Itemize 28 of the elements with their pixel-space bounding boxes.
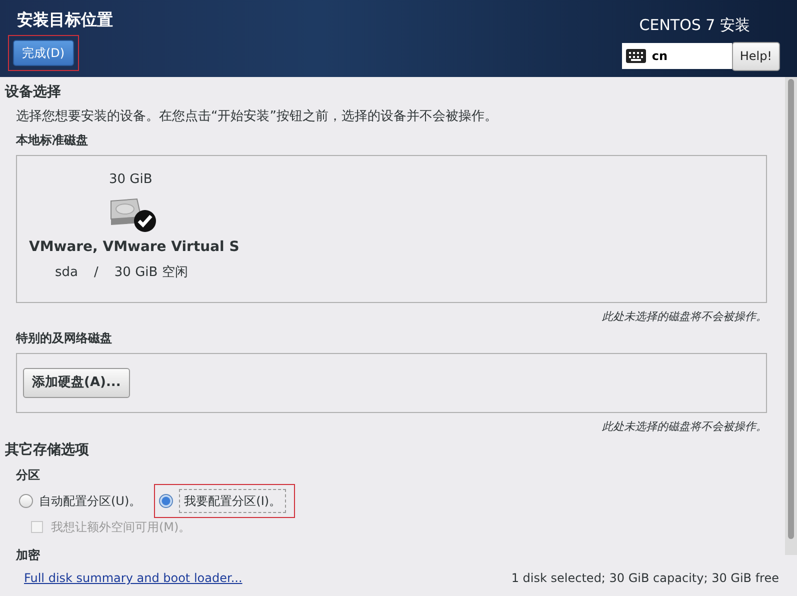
disk-device: sda bbox=[55, 264, 78, 282]
section-title: 其它存储选项 bbox=[5, 440, 90, 460]
disk-size: 30 GiB bbox=[109, 170, 152, 188]
disk-summary-link[interactable]: Full disk summary and boot loader... bbox=[24, 569, 242, 587]
encryption-label: 加密 bbox=[16, 546, 41, 564]
partition-radio-option[interactable]: 自动配置分区(U)。 bbox=[19, 490, 146, 512]
add-disk-button[interactable]: 添加硬盘(A)... bbox=[23, 368, 130, 398]
disk-note: 此处未选择的磁盘将不会被操作。 bbox=[602, 419, 767, 435]
description-text: 选择您想要安装的设备。在您点击“开始安装”按钮之前，选择的设备并不会被操作。 bbox=[16, 108, 498, 126]
disk-tile[interactable]: 30 GiB VMware, VMware Virtual S sda / 30 GiB 空闲 bbox=[29, 170, 241, 302]
disk-name: VMware, VMware Virtual S bbox=[29, 238, 240, 257]
special-disks-label: 特别的及网络磁盘 bbox=[16, 330, 113, 347]
radio-button[interactable] bbox=[159, 494, 174, 508]
radio-button[interactable] bbox=[19, 494, 33, 508]
local-disks-label: 本地标准磁盘 bbox=[16, 132, 89, 148]
disk-summary-text: 1 disk selected; 30 GiB capacity; 30 GiB free bbox=[511, 570, 779, 587]
partitioning-label: 分区 bbox=[16, 466, 41, 484]
keyboard-layout-label: cn bbox=[652, 48, 668, 64]
done-button[interactable]: 完成(D) bbox=[13, 40, 74, 66]
disk-free-space: 30 GiB 空闲 bbox=[114, 264, 188, 282]
path-separator: / bbox=[94, 264, 98, 282]
product-title: CENTOS 7 安装 bbox=[639, 15, 750, 36]
keyboard-layout-field[interactable]: cn bbox=[622, 42, 732, 68]
disk-note: 此处未选择的磁盘将不会被操作。 bbox=[602, 308, 767, 324]
section-title: 设备选择 bbox=[5, 83, 62, 102]
header-title: 安装目标位置 bbox=[17, 9, 113, 31]
keyboard-icon bbox=[626, 48, 646, 62]
help-button[interactable]: Help! bbox=[732, 42, 780, 70]
